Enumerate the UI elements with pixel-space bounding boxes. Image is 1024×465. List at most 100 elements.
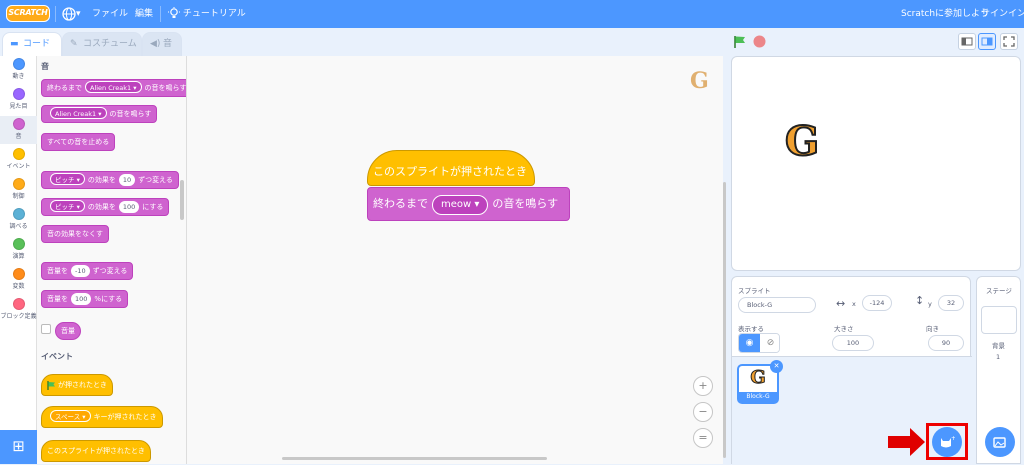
tab-code-label: コード — [23, 39, 51, 49]
current-sprite-watermark: G — [690, 68, 709, 94]
volume-change-input[interactable]: -10 — [71, 265, 90, 277]
language-menu[interactable]: ▾ — [62, 0, 81, 28]
speaker-icon: ◀) — [150, 39, 161, 49]
script-workspace[interactable]: G このスプライトが押されたとき 終わるまで meow ▾ の音を鳴らす + − = — [187, 56, 726, 464]
signin-link[interactable]: サインイン — [981, 0, 1024, 28]
y-position-input[interactable]: 32 — [938, 295, 964, 311]
effect-value-input[interactable]: 100 — [118, 201, 140, 213]
tutorials-label: チュートリアル — [182, 9, 246, 19]
menu-divider — [55, 6, 56, 22]
effect-dropdown[interactable]: ピッチ ▾ — [50, 200, 85, 212]
zoom-in-button[interactable]: + — [693, 376, 713, 396]
zoom-out-button[interactable]: − — [693, 402, 713, 422]
when-sprite-clicked-block[interactable]: このスプライトが押されたとき — [41, 440, 151, 462]
category-motion[interactable]: 動き — [0, 56, 37, 84]
small-stage-icon — [961, 37, 973, 46]
category-looks[interactable]: 見た目 — [0, 86, 37, 114]
change-effect-block[interactable]: ピッチ ▾ の効果を 10 ずつ変える — [41, 171, 179, 189]
category-label: ブロック定義 — [0, 313, 37, 320]
palette-scrollbar[interactable] — [180, 180, 184, 220]
workspace-horizontal-scrollbar[interactable] — [282, 457, 547, 460]
menu-bar: SCRATCH ▾ ファイル 編集 チュートリアル Scratchに参加しよう … — [0, 0, 1024, 28]
tutorials-menu[interactable]: チュートリアル — [168, 0, 246, 28]
direction-label: 向き — [926, 325, 939, 333]
category-label: 音 — [15, 133, 22, 140]
start-sound-block[interactable]: Alien Creak1 ▾ の音を鳴らす — [41, 105, 158, 123]
sprite-name-input[interactable]: Block-G — [738, 297, 816, 313]
show-label: 表示する — [738, 325, 764, 333]
category-operators[interactable]: 演算 — [0, 236, 37, 264]
x-position-input[interactable]: -124 — [862, 295, 892, 311]
block-text: の音を鳴らす — [109, 110, 152, 118]
looks-dot-icon — [12, 88, 25, 100]
stop-icon[interactable] — [753, 35, 766, 48]
sound-dropdown[interactable]: meow ▾ — [432, 195, 489, 215]
stage-thumbnail[interactable] — [981, 306, 1017, 334]
red-arrow-icon — [888, 428, 925, 456]
category-sound[interactable]: 音 — [0, 116, 37, 144]
size-label: 大きさ — [834, 325, 854, 333]
eye-hidden-icon[interactable]: ⊘ — [760, 334, 779, 352]
operators-dot-icon — [12, 238, 25, 250]
sprite-thumbnail[interactable]: G Block-G ✕ — [737, 360, 783, 404]
set-volume-block[interactable]: 音量を 100 %にする — [41, 290, 129, 308]
block-text: %にする — [94, 295, 123, 303]
highlight-box — [926, 423, 968, 460]
sound-dropdown[interactable]: Alien Creak1 ▾ — [50, 107, 107, 119]
tab-costumes-label: コスチューム — [83, 39, 137, 49]
play-sound-until-done-block[interactable]: 終わるまで Alien Creak1 ▾ の音を鳴らす — [41, 79, 186, 97]
block-text: の効果を — [87, 176, 116, 184]
volume-checkbox[interactable] — [41, 323, 51, 334]
sprite-label: スプライト — [738, 287, 771, 295]
category-variables[interactable]: 変数 — [0, 266, 37, 294]
change-volume-block[interactable]: 音量を -10 ずつ変える — [41, 262, 134, 280]
block-text: 音量を — [47, 267, 68, 275]
block-text: の音を鳴らす — [492, 197, 559, 210]
direction-input[interactable]: 90 — [928, 335, 964, 351]
set-effect-block[interactable]: ピッチ ▾ の効果を 100 にする — [41, 198, 170, 216]
category-sensing[interactable]: 調べる — [0, 206, 37, 234]
add-backdrop-button[interactable] — [985, 427, 1015, 457]
when-key-pressed-block[interactable]: スペース ▾ キーが押されたとき — [41, 406, 163, 428]
volume-reporter-block[interactable]: 音量 — [55, 322, 81, 340]
category-control[interactable]: 制御 — [0, 176, 37, 204]
category-label: 調べる — [9, 223, 28, 230]
edit-menu[interactable]: 編集 — [135, 0, 153, 28]
fullscreen-button[interactable] — [1000, 33, 1018, 50]
small-stage-button[interactable] — [958, 33, 976, 50]
category-events[interactable]: イベント — [0, 146, 37, 174]
play-sound-until-done-script-block[interactable]: 終わるまで meow ▾ の音を鳴らす — [367, 187, 570, 221]
effect-amount-input[interactable]: 10 — [118, 174, 136, 186]
sound-dropdown[interactable]: Alien Creak1 ▾ — [85, 81, 142, 93]
stop-all-sounds-block[interactable]: すべての音を止める — [41, 133, 116, 151]
block-text: 音量を — [47, 295, 68, 303]
normal-stage-button[interactable] — [978, 33, 996, 50]
key-dropdown[interactable]: スペース ▾ — [50, 410, 91, 422]
zoom-reset-button[interactable]: = — [693, 428, 713, 448]
when-sprite-clicked-script-block[interactable]: このスプライトが押されたとき — [367, 150, 535, 186]
eye-icon[interactable]: ◉ — [739, 334, 760, 352]
workspace-vertical-scrollbar[interactable] — [723, 182, 726, 458]
green-flag-icon[interactable] — [733, 35, 747, 49]
normal-stage-icon — [981, 37, 993, 46]
volume-value-input[interactable]: 100 — [71, 293, 92, 305]
sprite-g-on-stage[interactable]: G — [784, 117, 820, 166]
sound-dot-icon — [12, 118, 25, 130]
file-menu[interactable]: ファイル — [92, 0, 128, 28]
scratch-logo[interactable]: SCRATCH — [6, 5, 50, 22]
backdrops-count: 1 — [996, 353, 1001, 361]
join-scratch-link[interactable]: Scratchに参加しよう — [901, 0, 989, 28]
tab-sounds[interactable]: ◀) 音 — [142, 32, 182, 56]
clear-sound-effects-block[interactable]: 音の効果をなくす — [41, 225, 109, 243]
trash-icon[interactable]: ✕ — [770, 360, 783, 373]
extension-icon: ⊞ — [12, 437, 25, 455]
tab-code[interactable]: ▬ コード — [2, 32, 62, 56]
when-flag-clicked-block[interactable]: が押されたとき — [41, 374, 113, 396]
tab-costumes[interactable]: ✎ コスチューム — [62, 32, 142, 56]
stage-canvas[interactable]: G — [731, 56, 1021, 271]
effect-dropdown[interactable]: ピッチ ▾ — [50, 173, 85, 185]
add-extension-button[interactable]: ⊞ — [0, 430, 37, 464]
globe-icon — [62, 6, 76, 21]
category-my-blocks[interactable]: ブロック定義 — [0, 296, 37, 330]
size-input[interactable]: 100 — [832, 335, 874, 351]
